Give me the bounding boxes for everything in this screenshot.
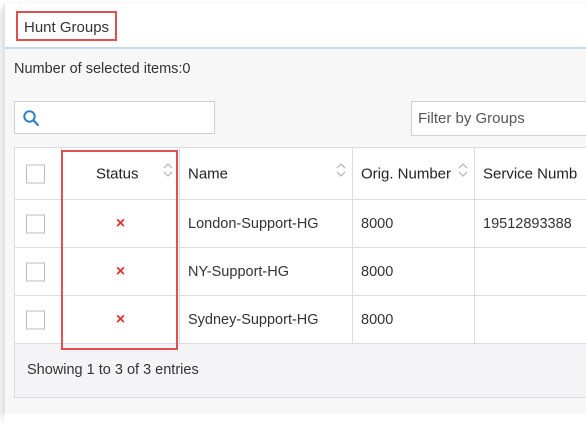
selected-items-count: Number of selected items:0 [14, 61, 191, 77]
select-all-checkbox[interactable] [26, 164, 45, 183]
name-cell: NY-Support-HG [180, 248, 353, 295]
hunt-groups-table: Status Name Orig. Number Service Numb × … [14, 147, 586, 398]
status-cell: × [62, 200, 180, 247]
table-row[interactable]: × NY-Support-HG 8000 [15, 248, 586, 296]
table-header: Status Name Orig. Number Service Numb [15, 148, 586, 200]
search-input[interactable] [14, 101, 215, 134]
service-number-cell: 19512893388 [475, 200, 586, 247]
row-select-cell [15, 200, 62, 247]
tab-bar: Hunt Groups [5, 4, 586, 49]
status-error-icon: × [115, 214, 126, 232]
orig-number-cell: 8000 [353, 248, 475, 295]
status-cell: × [62, 296, 180, 343]
column-header-orig-number[interactable]: Orig. Number [353, 148, 475, 199]
entries-summary: Showing 1 to 3 of 3 entries [27, 362, 199, 378]
name-value: London-Support-HG [188, 215, 319, 232]
table-row[interactable]: × Sydney-Support-HG 8000 [15, 296, 586, 344]
row-checkbox[interactable] [26, 310, 45, 329]
column-header-status[interactable]: Status [62, 148, 180, 199]
sort-icon [163, 163, 173, 177]
service-number-cell [475, 248, 586, 295]
orig-number-value: 8000 [361, 311, 394, 328]
column-header-service-number[interactable]: Service Numb [475, 148, 586, 199]
name-cell: London-Support-HG [180, 200, 353, 247]
orig-number-cell: 8000 [353, 200, 475, 247]
service-number-cell [475, 296, 586, 343]
column-label-orig-number: Orig. Number [361, 165, 452, 182]
status-error-icon: × [115, 262, 126, 280]
table-footer: Showing 1 to 3 of 3 entries [15, 344, 586, 397]
header-select-cell [15, 148, 62, 199]
name-value: NY-Support-HG [188, 263, 290, 280]
sort-icon [336, 163, 346, 177]
orig-number-value: 8000 [361, 215, 394, 232]
name-value: Sydney-Support-HG [188, 311, 319, 328]
column-header-name[interactable]: Name [180, 148, 353, 199]
column-label-name: Name [188, 165, 229, 182]
sort-icon [458, 163, 468, 177]
status-error-icon: × [115, 310, 126, 328]
bottom-margin [4, 414, 586, 428]
row-select-cell [15, 248, 62, 295]
name-cell: Sydney-Support-HG [180, 296, 353, 343]
service-number-value: 19512893388 [483, 215, 572, 232]
tab-hunt-groups[interactable]: Hunt Groups [16, 11, 118, 41]
column-label-service-number: Service Numb [483, 165, 578, 182]
filter-placeholder: Filter by Groups [418, 110, 525, 127]
status-cell: × [62, 248, 180, 295]
filter-by-groups-input[interactable]: Filter by Groups [411, 101, 586, 136]
row-checkbox[interactable] [26, 262, 45, 281]
row-checkbox[interactable] [26, 214, 45, 233]
table-row[interactable]: × London-Support-HG 8000 19512893388 [15, 200, 586, 248]
column-label-status: Status [96, 165, 139, 182]
orig-number-value: 8000 [361, 263, 394, 280]
search-icon [23, 110, 40, 127]
orig-number-cell: 8000 [353, 296, 475, 343]
row-select-cell [15, 296, 62, 343]
